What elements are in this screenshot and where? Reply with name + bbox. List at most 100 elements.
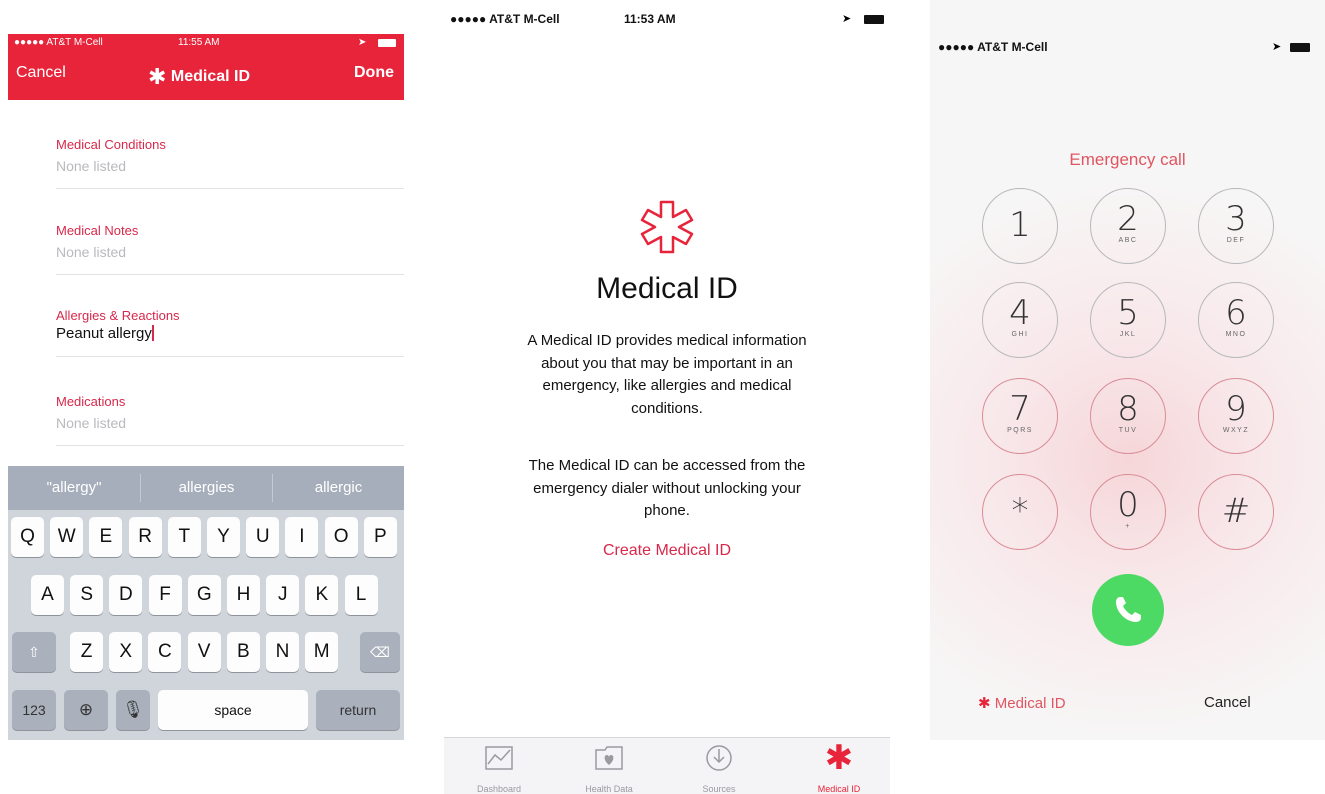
key-v[interactable]: V <box>187 632 221 672</box>
field-allergies-reactions[interactable]: Allergies & Reactions Peanut allergy <box>56 308 404 357</box>
dial-key-1[interactable]: 1 <box>982 188 1058 264</box>
suggestion-item[interactable]: allergies <box>141 466 272 510</box>
field-label: Medications <box>56 394 126 409</box>
key-s[interactable]: S <box>70 575 104 615</box>
call-button[interactable] <box>1092 574 1164 646</box>
dial-key-9[interactable]: 9 WXYZ <box>1198 378 1274 454</box>
key-x[interactable]: X <box>109 632 143 672</box>
location-icon: ➤ <box>358 37 367 48</box>
divider <box>56 188 404 189</box>
dial-key-star[interactable]: * <box>982 474 1058 550</box>
dial-key-letters: WXYZ <box>1222 427 1250 434</box>
dial-key-letters: JKL <box>1119 331 1137 338</box>
key-w[interactable]: W <box>50 517 84 557</box>
key-m[interactable]: M <box>305 632 339 672</box>
key-j[interactable]: J <box>266 575 300 615</box>
dial-key-7[interactable]: 7 PQRS <box>982 378 1058 454</box>
text-line: emergency dialer without unlocking your <box>533 479 801 497</box>
key-r[interactable]: R <box>128 517 162 557</box>
key-a[interactable]: A <box>31 575 64 615</box>
dial-key-5[interactable]: 5 JKL <box>1090 282 1166 358</box>
cancel-button[interactable]: Cancel <box>16 64 66 82</box>
key-u[interactable]: U <box>246 517 280 557</box>
medical-id-intro-screen: ●●●●● AT&T M-Cell 11:53 AM ➤ Medical ID … <box>444 0 890 794</box>
microphone-icon[interactable]: 🎙︎ <box>116 690 150 730</box>
suggestion-item[interactable]: allergic <box>273 466 404 510</box>
shift-key[interactable]: ⇧ <box>12 632 56 672</box>
dial-key-number: 5 <box>1117 293 1139 333</box>
numbers-key[interactable]: 123 <box>12 690 56 730</box>
field-label: Medical Notes <box>56 223 139 238</box>
field-value: None listed <box>56 244 127 260</box>
nav-title: ✱ Medical ID <box>148 64 250 90</box>
key-b[interactable]: B <box>226 632 260 672</box>
key-i[interactable]: I <box>285 517 319 557</box>
dial-key-number: 1 <box>1009 205 1031 245</box>
done-button[interactable]: Done <box>354 64 394 82</box>
field-medical-notes[interactable]: Medical Notes None listed <box>56 223 404 275</box>
carrier-label: ●●●●● AT&T M-Cell <box>938 40 1048 54</box>
medical-asterisk-icon: ✱ <box>978 695 991 712</box>
key-z[interactable]: Z <box>70 632 103 672</box>
medical-id-button[interactable]: ✱ Medical ID <box>978 694 1066 712</box>
key-q[interactable]: Q <box>11 517 44 557</box>
field-medical-conditions[interactable]: Medical Conditions None listed <box>56 137 404 189</box>
battery-icon <box>864 15 884 24</box>
key-y[interactable]: Y <box>207 517 240 557</box>
battery-icon <box>1290 43 1310 52</box>
dial-key-number: 6 <box>1225 293 1247 333</box>
dial-key-4[interactable]: 4 GHI <box>982 282 1058 358</box>
backspace-icon[interactable]: ⌫ <box>360 632 400 672</box>
key-l[interactable]: L <box>344 575 378 615</box>
divider <box>56 274 404 275</box>
cancel-button[interactable]: Cancel <box>1204 694 1251 711</box>
key-h[interactable]: H <box>227 575 260 615</box>
key-k[interactable]: K <box>305 575 339 615</box>
tab-sources[interactable]: Sources <box>684 740 754 794</box>
carrier-label: ●●●●● AT&T M-Cell <box>14 37 103 48</box>
create-medical-id-link[interactable]: Create Medical ID <box>444 542 890 560</box>
dial-key-3[interactable]: 3 DEF <box>1198 188 1274 264</box>
dial-key-letters: PQRS <box>1007 427 1033 434</box>
field-label: Medical Conditions <box>56 137 166 152</box>
key-t[interactable]: T <box>167 517 201 557</box>
text-line: conditions. <box>631 399 703 417</box>
text-line: about you that may be important in an <box>541 354 793 372</box>
dial-key-number: 9 <box>1225 389 1247 429</box>
tab-dashboard[interactable]: Dashboard <box>464 740 534 794</box>
key-p[interactable]: P <box>363 517 397 557</box>
key-o[interactable]: O <box>324 517 358 557</box>
tab-medical-id[interactable]: ✱ Medical ID <box>799 740 879 794</box>
location-icon: ➤ <box>842 13 852 25</box>
field-medications[interactable]: Medications None listed <box>56 394 404 446</box>
tab-health-data[interactable]: Health Data <box>569 740 649 794</box>
text-line: The Medical ID can be accessed from the <box>528 457 806 474</box>
dial-key-2[interactable]: 2 ABC <box>1090 188 1166 264</box>
field-value-input[interactable]: Peanut allergy <box>56 325 404 342</box>
dial-key-letters: ABC <box>1118 237 1138 244</box>
key-g[interactable]: G <box>187 575 221 615</box>
suggestion-item[interactable]: "allergy" <box>8 466 140 510</box>
key-d[interactable]: D <box>109 575 143 615</box>
return-key[interactable]: return <box>316 690 400 730</box>
dial-key-8[interactable]: 8 TUV <box>1090 378 1166 454</box>
dial-key-hash[interactable]: # <box>1198 474 1274 550</box>
text-cursor <box>151 325 154 341</box>
dial-key-6[interactable]: 6 MNO <box>1198 282 1274 358</box>
dial-key-letters: MNO <box>1225 331 1247 338</box>
medical-id-edit-screen: ●●●●● AT&T M-Cell 11:55 AM ➤ Cancel ✱ Me… <box>8 0 404 740</box>
phone-icon <box>1116 597 1141 622</box>
key-e[interactable]: E <box>89 517 123 557</box>
key-c[interactable]: C <box>148 632 182 672</box>
key-f[interactable]: F <box>148 575 182 615</box>
text-line: emergency, like allergies and medical <box>542 377 792 394</box>
key-n[interactable]: N <box>266 632 299 672</box>
dial-key-number: # <box>1221 491 1251 531</box>
dial-key-0[interactable]: 0 + <box>1090 474 1166 550</box>
field-value: None listed <box>56 415 127 431</box>
access-text: The Medical ID can be accessed from the … <box>444 455 890 523</box>
globe-icon[interactable]: ⊕ <box>64 690 108 730</box>
medical-asterisk-outline-icon <box>640 200 694 254</box>
space-key[interactable]: space <box>158 690 308 730</box>
dial-key-number: 7 <box>1009 389 1031 429</box>
